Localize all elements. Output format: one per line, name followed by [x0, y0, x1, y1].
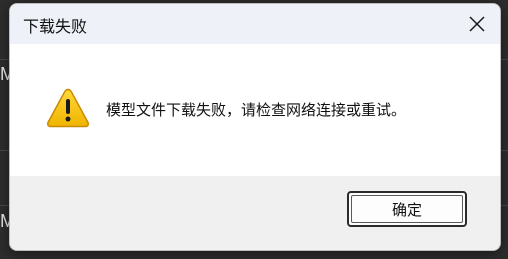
warning-icon: [46, 88, 90, 128]
close-icon: [469, 16, 485, 32]
error-message: 模型文件下载失败，请检查网络连接或重试。: [106, 101, 407, 119]
message-area: 模型文件下载失败，请检查网络连接或重试。: [10, 44, 500, 176]
ok-button[interactable]: 确定: [347, 191, 467, 227]
error-dialog: 下载失败 模型文件下载失败，请检查网络连接或重试。 确定: [9, 3, 501, 251]
title-bar[interactable]: 下载失败: [10, 4, 500, 44]
dialog-footer: 确定: [10, 176, 500, 250]
close-button[interactable]: [454, 4, 500, 44]
dialog-title: 下载失败: [23, 17, 88, 36]
ok-button-label: 确定: [391, 200, 422, 219]
